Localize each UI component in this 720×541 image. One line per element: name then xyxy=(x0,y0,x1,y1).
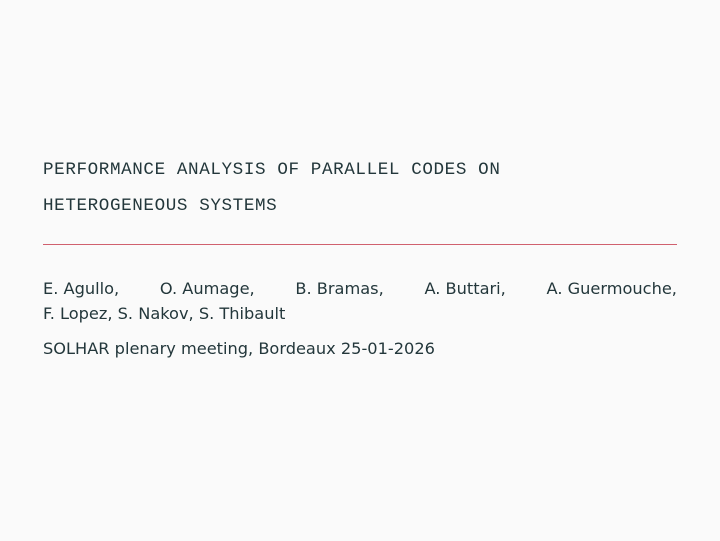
slide-title-line-2: heterogeneous systems xyxy=(43,196,278,216)
author-name: B. Bramas, xyxy=(295,279,384,298)
authors-line-1: E. Agullo, O. Aumage, B. Bramas, A. Butt… xyxy=(43,276,677,301)
title-separator-rule xyxy=(43,244,677,245)
authors-line-2: F. Lopez, S. Nakov, S. Thibault xyxy=(43,304,286,323)
slide-title-line-1: Performance analysis of parallel codes o… xyxy=(43,160,501,180)
authors-block: E. Agullo, O. Aumage, B. Bramas, A. Butt… xyxy=(43,276,683,326)
author-name: A. Buttari, xyxy=(424,279,506,298)
title-slide: Performance analysis of parallel codes o… xyxy=(0,0,720,541)
author-name: O. Aumage, xyxy=(159,279,255,298)
slide-title: Performance analysis of parallel codes o… xyxy=(43,152,683,224)
author-name: A. Guermouche, xyxy=(546,279,677,298)
author-name: E. Agullo, xyxy=(43,279,120,298)
event-date-line: SOLHAR plenary meeting, Bordeaux 25-01-2… xyxy=(43,339,435,358)
